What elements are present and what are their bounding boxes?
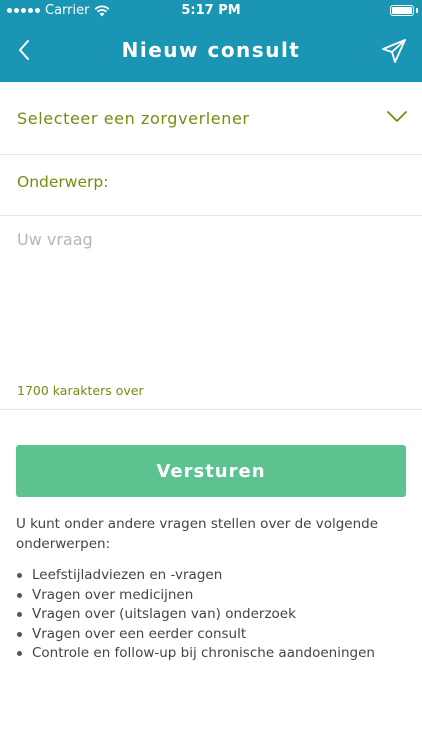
page-title: Nieuw consult [121, 38, 301, 62]
subject-row: Onderwerp: [0, 155, 422, 216]
status-time: 5:17 PM [181, 3, 241, 18]
provider-select[interactable]: Selecteer een zorgverlener [0, 82, 422, 155]
status-bar: Carrier 5:17 PM [0, 0, 422, 22]
question-input[interactable] [12, 226, 410, 376]
question-row: 1700 karakters over [0, 216, 422, 410]
char-counter: 1700 karakters over [17, 383, 144, 398]
provider-select-label: Selecteer een zorgverlener [17, 109, 250, 128]
topic-item: Vragen over (uitslagen van) onderzoek [16, 605, 416, 625]
topic-item: Vragen over medicijnen [16, 586, 416, 606]
chevron-down-icon [387, 111, 407, 122]
send-button[interactable] [380, 37, 408, 65]
topics-list: Leefstijladviezen en -vragen Vragen over… [16, 566, 416, 664]
info-text: U kunt onder andere vragen stellen over … [16, 516, 379, 552]
paper-plane-icon [382, 39, 406, 63]
app-header: Carrier 5:17 PM Nieuw consult [0, 0, 422, 82]
topic-item: Controle en follow-up bij chronische aan… [16, 644, 416, 664]
subject-label: Onderwerp: [17, 173, 109, 191]
topic-item: Leefstijladviezen en -vragen [16, 566, 416, 586]
battery-icon [390, 5, 414, 16]
subject-input[interactable] [118, 165, 408, 205]
battery-tip [416, 8, 418, 13]
topic-item: Vragen over een eerder consult [16, 625, 416, 645]
submit-button[interactable]: Versturen [16, 445, 406, 497]
